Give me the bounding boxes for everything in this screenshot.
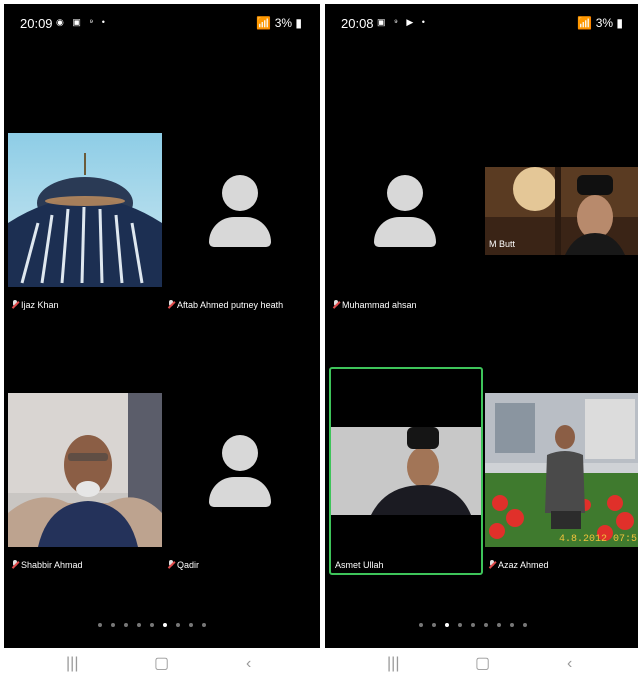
video-tile-azaz-ahmed[interactable]: 4.8.2012 07:5: [485, 393, 638, 547]
battery-percent: 3%: [595, 16, 614, 30]
back-icon[interactable]: ‹: [567, 656, 572, 672]
participant-label: Qadir: [168, 560, 199, 570]
page-dot[interactable]: [98, 623, 102, 627]
participant-label: Muhammad ahsan: [333, 300, 417, 310]
page-dot[interactable]: [189, 623, 193, 627]
muted-mic-icon: [12, 560, 18, 569]
notification-icons: ◉ ▣ ⁹ •: [56, 17, 108, 27]
muted-mic-icon: [168, 300, 174, 309]
participant-video: [331, 427, 481, 515]
recents-icon[interactable]: |||: [66, 656, 78, 672]
page-dot-active[interactable]: [445, 623, 449, 627]
muted-mic-icon: [333, 300, 339, 309]
page-dot[interactable]: [432, 623, 436, 627]
battery-icon: ▮: [616, 16, 623, 30]
home-icon[interactable]: ▢: [475, 656, 490, 672]
participant-photo: [485, 393, 638, 547]
page-dot[interactable]: [111, 623, 115, 627]
avatar-icon: [222, 435, 258, 471]
status-time: 20:09: [20, 16, 53, 31]
recents-icon[interactable]: |||: [387, 656, 399, 672]
home-icon[interactable]: ▢: [154, 656, 169, 672]
participant-name: Ijaz Khan: [21, 300, 59, 310]
participant-label: Asmet Ullah: [335, 560, 384, 570]
participant-label: Ijaz Khan: [12, 300, 59, 310]
video-tile-aftab-ahmed[interactable]: [164, 133, 318, 287]
battery-icon: ▮: [295, 16, 302, 30]
status-time: 20:08: [341, 16, 374, 31]
video-tile-muhammad-ahsan[interactable]: [329, 133, 483, 287]
notification-icons: ▣ ⁹ ▶ •: [377, 17, 428, 27]
muted-mic-icon: [168, 560, 174, 569]
right-screen: 20:08 ▣ ⁹ ▶ • 📶 3% ▮ Muhammad ahsan M Bu…: [325, 4, 638, 648]
avatar-body: [374, 217, 436, 247]
participant-name: Azaz Ahmed: [498, 560, 549, 570]
participant-name: Qadir: [177, 560, 200, 570]
page-dot[interactable]: [137, 623, 141, 627]
right-navbar: ||| ▢ ‹: [325, 650, 638, 680]
page-dot[interactable]: [176, 623, 180, 627]
battery-percent: 3%: [274, 16, 293, 30]
left-navbar: ||| ▢ ‹: [4, 650, 320, 680]
back-icon[interactable]: ‹: [246, 656, 251, 672]
page-dot[interactable]: [497, 623, 501, 627]
participant-video: [8, 393, 162, 547]
page-dot[interactable]: [484, 623, 488, 627]
avatar-body: [209, 477, 271, 507]
avatar-body: [209, 217, 271, 247]
participant-label: Aftab Ahmed putney heath: [168, 300, 283, 310]
page-dot[interactable]: [471, 623, 475, 627]
page-dot[interactable]: [124, 623, 128, 627]
left-screen: 20:09 ◉ ▣ ⁹ • 📶 3% ▮ Ijaz Khan Aftab Ahm…: [4, 4, 320, 648]
signal-icon: 📶: [256, 16, 272, 30]
page-dot[interactable]: [523, 623, 527, 627]
page-dot[interactable]: [419, 623, 423, 627]
video-tile-ijaz-khan[interactable]: [8, 133, 162, 287]
participant-name: Muhammad ahsan: [342, 300, 417, 310]
signal-icon: 📶: [577, 16, 593, 30]
avatar-icon: [222, 175, 258, 211]
photo-timestamp: 4.8.2012 07:5: [558, 534, 637, 545]
video-tile-shabbir-ahmad[interactable]: [8, 393, 162, 547]
page-indicator: [98, 623, 206, 627]
video-tile-asmet-ullah[interactable]: [331, 427, 481, 515]
participant-name: Shabbir Ahmad: [21, 560, 83, 570]
participant-label: Shabbir Ahmad: [12, 560, 83, 570]
participant-name: Aftab Ahmed putney heath: [177, 300, 284, 310]
page-dot[interactable]: [510, 623, 514, 627]
page-dot[interactable]: [150, 623, 154, 627]
video-tile-m-butt[interactable]: M Butt: [485, 167, 638, 255]
status-right: 📶 3% ▮: [577, 16, 623, 30]
page-indicator: [419, 623, 527, 627]
avatar-icon: [387, 175, 423, 211]
status-right: 📶 3% ▮: [256, 16, 302, 30]
page-dot-active[interactable]: [163, 623, 167, 627]
participant-label: Azaz Ahmed: [489, 560, 549, 570]
status-bar: 20:08 ▣ ⁹ ▶ • 📶 3% ▮: [325, 4, 638, 40]
page-dot[interactable]: [458, 623, 462, 627]
video-tile-qadir[interactable]: [164, 393, 318, 547]
participant-name: Asmet Ullah: [335, 560, 384, 570]
muted-mic-icon: [489, 560, 495, 569]
mosque-photo: [8, 133, 162, 287]
page-dot[interactable]: [202, 623, 206, 627]
video-name-overlay: M Butt: [489, 239, 516, 249]
status-bar: 20:09 ◉ ▣ ⁹ • 📶 3% ▮: [4, 4, 320, 40]
muted-mic-icon: [12, 300, 18, 309]
